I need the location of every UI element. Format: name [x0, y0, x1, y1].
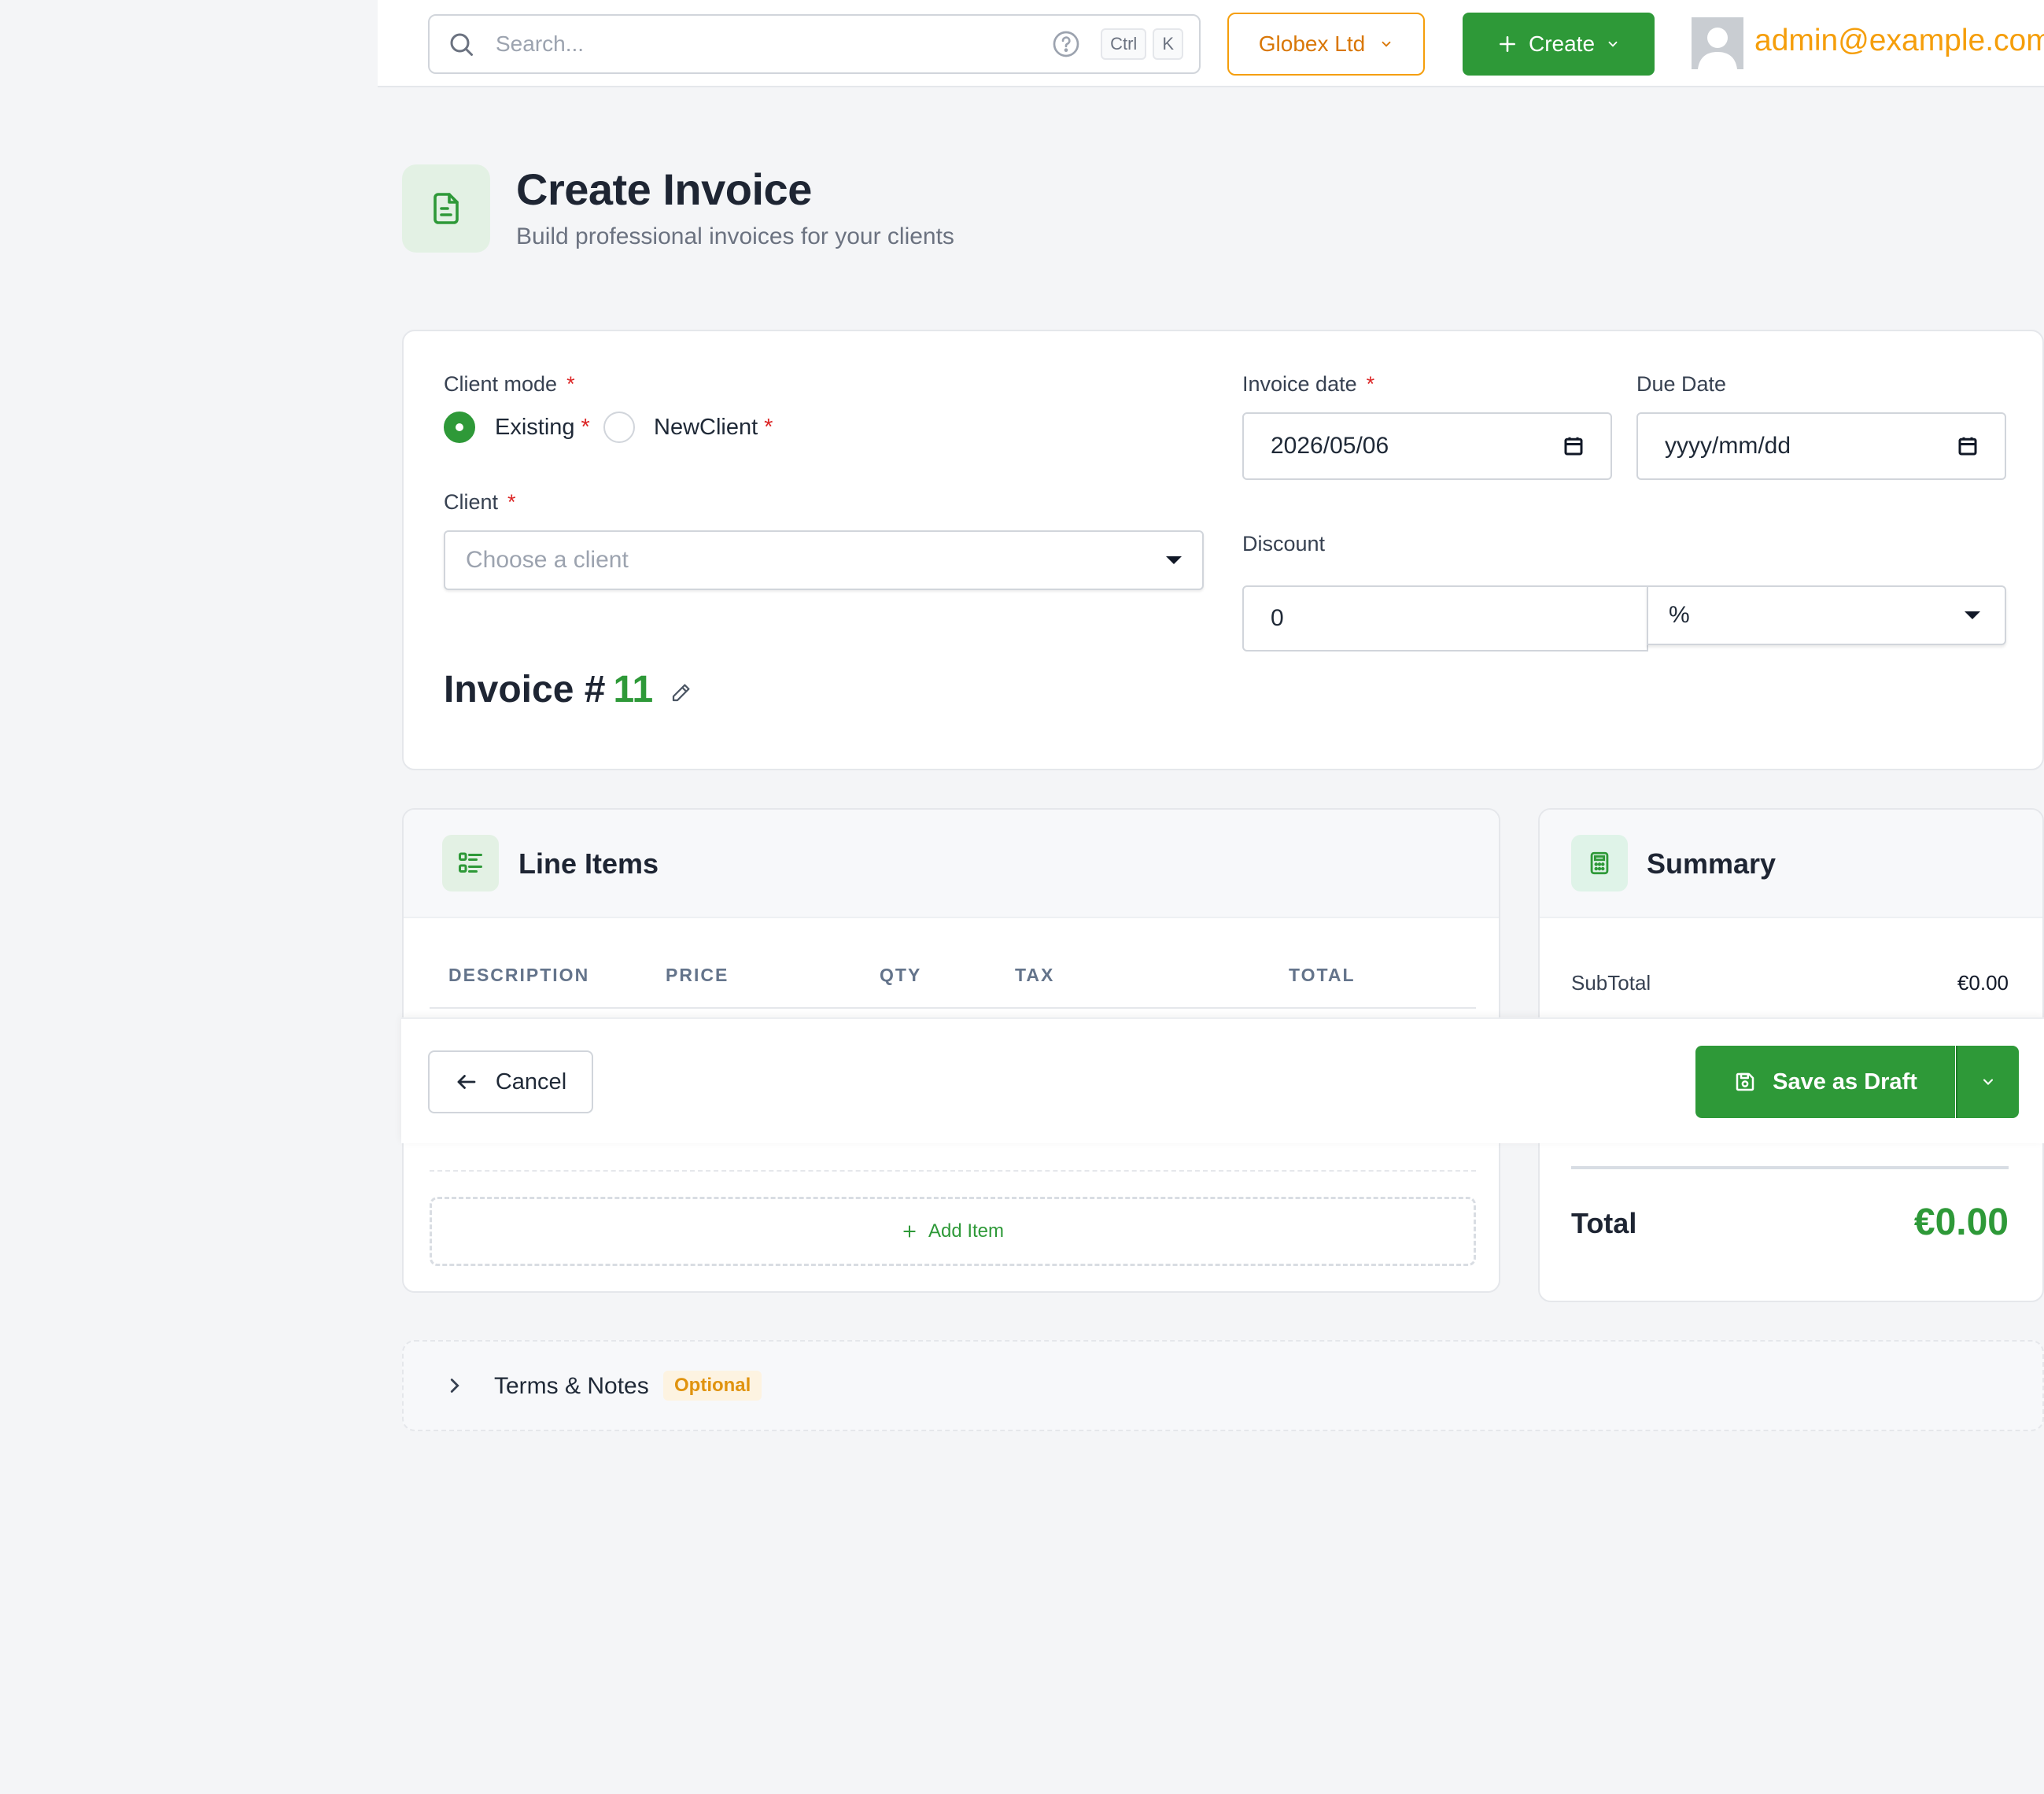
user-email-link[interactable]: admin@example.com — [1754, 24, 2044, 58]
due-date-placeholder: yyyy/mm/dd — [1665, 433, 1791, 459]
chevron-down-icon — [1983, 1079, 1994, 1085]
create-button-label: Create — [1528, 31, 1596, 56]
organization-switcher[interactable]: Globex Ltd — [1227, 13, 1425, 76]
column-header-tax: TAX — [1015, 965, 1055, 985]
radio-new-client[interactable] — [603, 412, 635, 443]
shortcut-ctrl-key: Ctrl — [1101, 28, 1147, 60]
invoice-number-heading: Invoice #11 — [444, 669, 654, 711]
optional-badge: Optional — [663, 1371, 762, 1401]
chevron-down-icon — [1965, 611, 1980, 619]
invoice-date-input[interactable]: 2026/05/06 — [1242, 412, 1612, 480]
invoice-date-label: Invoice date * — [1242, 372, 1375, 396]
radio-new-client-label: NewClient * — [654, 415, 773, 440]
discount-type-value: % — [1669, 602, 1690, 628]
client-select[interactable]: Choose a client — [444, 530, 1204, 590]
save-icon — [1736, 1072, 1754, 1091]
calendar-icon[interactable] — [1956, 434, 1979, 458]
line-items-title: Line Items — [518, 847, 659, 880]
due-date-input[interactable]: yyyy/mm/dd — [1636, 412, 2006, 480]
create-menu-button[interactable]: Create — [1463, 13, 1655, 76]
terms-notes-title: Terms & Notes — [494, 1373, 649, 1399]
subtotal-label: SubTotal — [1571, 971, 1651, 995]
chevron-down-icon — [1382, 41, 1391, 47]
column-header-total: TOTAL — [1289, 965, 1356, 985]
form-action-bar: Cancel Save as Draft — [401, 1017, 2044, 1143]
save-as-draft-label: Save as Draft — [1773, 1069, 1917, 1094]
top-bar: Ctrl K Globex Ltd Create admin@example.c… — [378, 0, 2044, 87]
total-value: €0.00 — [1913, 1202, 2009, 1243]
radio-existing-label: Existing * — [495, 415, 590, 440]
user-avatar-icon[interactable] — [1692, 17, 1743, 69]
cancel-button[interactable]: Cancel — [428, 1050, 593, 1113]
page-subtitle: Build professional invoices for your cli… — [516, 223, 954, 249]
cancel-label: Cancel — [495, 1069, 567, 1094]
client-select-placeholder: Choose a client — [466, 547, 629, 573]
summary-total-divider — [1571, 1166, 2009, 1169]
radio-existing-client[interactable] — [444, 412, 475, 443]
table-footer-divider — [430, 1170, 1476, 1172]
discount-label: Discount — [1242, 532, 1326, 556]
invoice-date-value: 2026/05/06 — [1271, 433, 1389, 459]
arrow-left-icon — [457, 1075, 476, 1089]
discount-type-select[interactable]: % — [1647, 585, 2006, 645]
search-icon — [450, 33, 473, 56]
client-mode-label: Client mode * — [444, 372, 575, 396]
page-title: Create Invoice — [516, 164, 812, 214]
calendar-icon[interactable] — [1562, 434, 1585, 458]
calculator-icon — [1571, 835, 1628, 891]
save-as-draft-button[interactable]: Save as Draft — [1695, 1046, 1955, 1118]
table-header-divider — [430, 1007, 1476, 1009]
search-input[interactable] — [496, 31, 1051, 57]
organization-name: Globex Ltd — [1258, 31, 1366, 56]
pencil-icon[interactable] — [670, 681, 693, 704]
chevron-down-icon — [1608, 41, 1618, 47]
summary-title: Summary — [1647, 847, 1777, 880]
list-icon — [442, 835, 499, 891]
client-label: Client * — [444, 490, 516, 514]
chevron-down-icon — [1166, 556, 1182, 564]
document-icon — [402, 164, 490, 253]
due-date-label: Due Date — [1636, 372, 1727, 396]
save-options-dropdown[interactable] — [1956, 1046, 2019, 1118]
plus-icon — [903, 1225, 916, 1238]
add-item-label: Add Item — [928, 1220, 1005, 1242]
create-invoice-page: Ctrl K Globex Ltd Create admin@example.c… — [0, 0, 2044, 1794]
discount-amount-input[interactable]: 0 — [1242, 585, 1648, 652]
column-header-price: PRICE — [666, 965, 729, 985]
subtotal-value: €0.00 — [1957, 971, 2009, 995]
total-label: Total — [1571, 1207, 1637, 1239]
chevron-right-icon[interactable] — [443, 1374, 467, 1397]
global-search[interactable]: Ctrl K — [428, 14, 1201, 74]
column-header-qty: QTY — [880, 965, 922, 985]
plus-icon — [1500, 36, 1515, 52]
help-icon[interactable] — [1050, 28, 1082, 60]
add-item-button[interactable]: Add Item — [430, 1197, 1476, 1266]
discount-amount-value: 0 — [1271, 605, 1284, 631]
column-header-description: DESCRIPTION — [448, 965, 590, 985]
invoice-number: 11 — [613, 669, 654, 711]
shortcut-k-key: K — [1153, 28, 1183, 60]
terms-notes-section[interactable]: Terms & Notes Optional — [402, 1340, 2044, 1431]
invoice-details-card: Client mode * Existing * NewClient * Client… — [402, 330, 2044, 770]
